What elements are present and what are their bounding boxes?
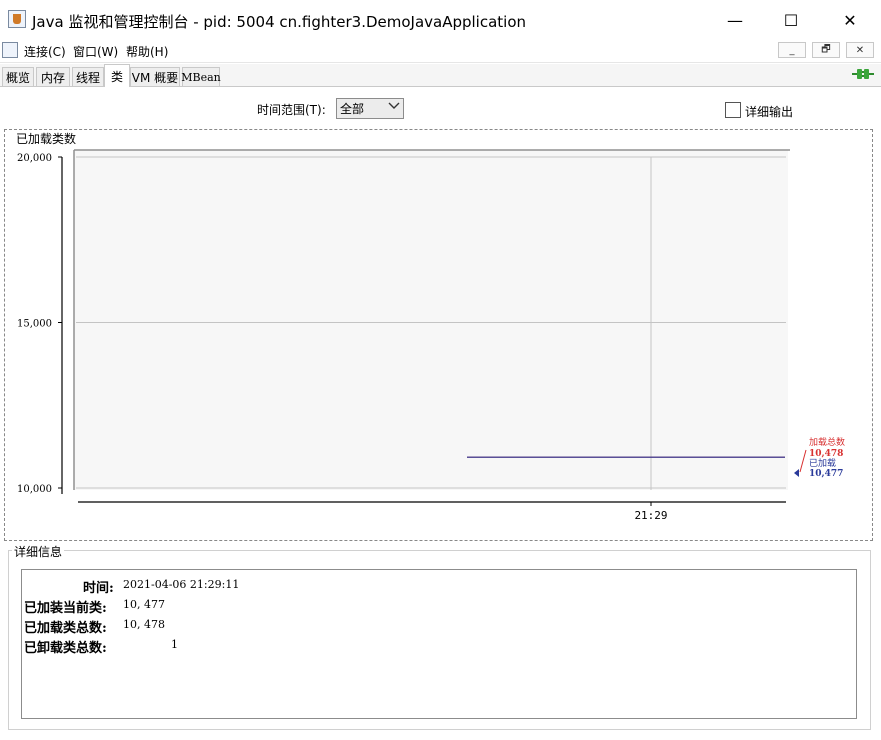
chart-panel-title: 已加载类数 — [15, 130, 78, 147]
detail-total-loaded-value: 10, 478 — [123, 618, 165, 631]
detail-total-unloaded-label: 已卸载类总数: — [24, 641, 107, 656]
detail-current-loaded-label: 已加装当前类: — [24, 601, 107, 616]
detail-time-label: 时间: — [83, 581, 114, 596]
detail-time-value: 2021-04-06 21:29:11 — [123, 578, 240, 591]
legend-total-pointer — [799, 449, 807, 473]
legend-total-value: 10,478 — [809, 449, 843, 459]
detail-current-loaded-value: 10, 477 — [123, 598, 165, 611]
detail-total-loaded-label: 已加载类总数: — [24, 621, 107, 636]
x-tick-label: 21:29 — [634, 509, 667, 522]
plot-area — [74, 150, 788, 490]
legend-loaded-value: 10,477 — [809, 469, 843, 479]
y-tick-label: 10,000 — [17, 484, 52, 495]
y-tick-label: 15,000 — [17, 319, 52, 330]
details-panel-title: 详细信息 — [12, 543, 65, 560]
legend-loaded-name: 已加载 — [809, 457, 836, 469]
legend-loaded-marker — [794, 469, 799, 477]
y-tick-label: 20,000 — [17, 153, 52, 164]
legend-total-name: 加载总数 — [809, 436, 845, 448]
detail-total-unloaded-value: 1 — [171, 638, 178, 651]
details-content — [21, 569, 857, 719]
